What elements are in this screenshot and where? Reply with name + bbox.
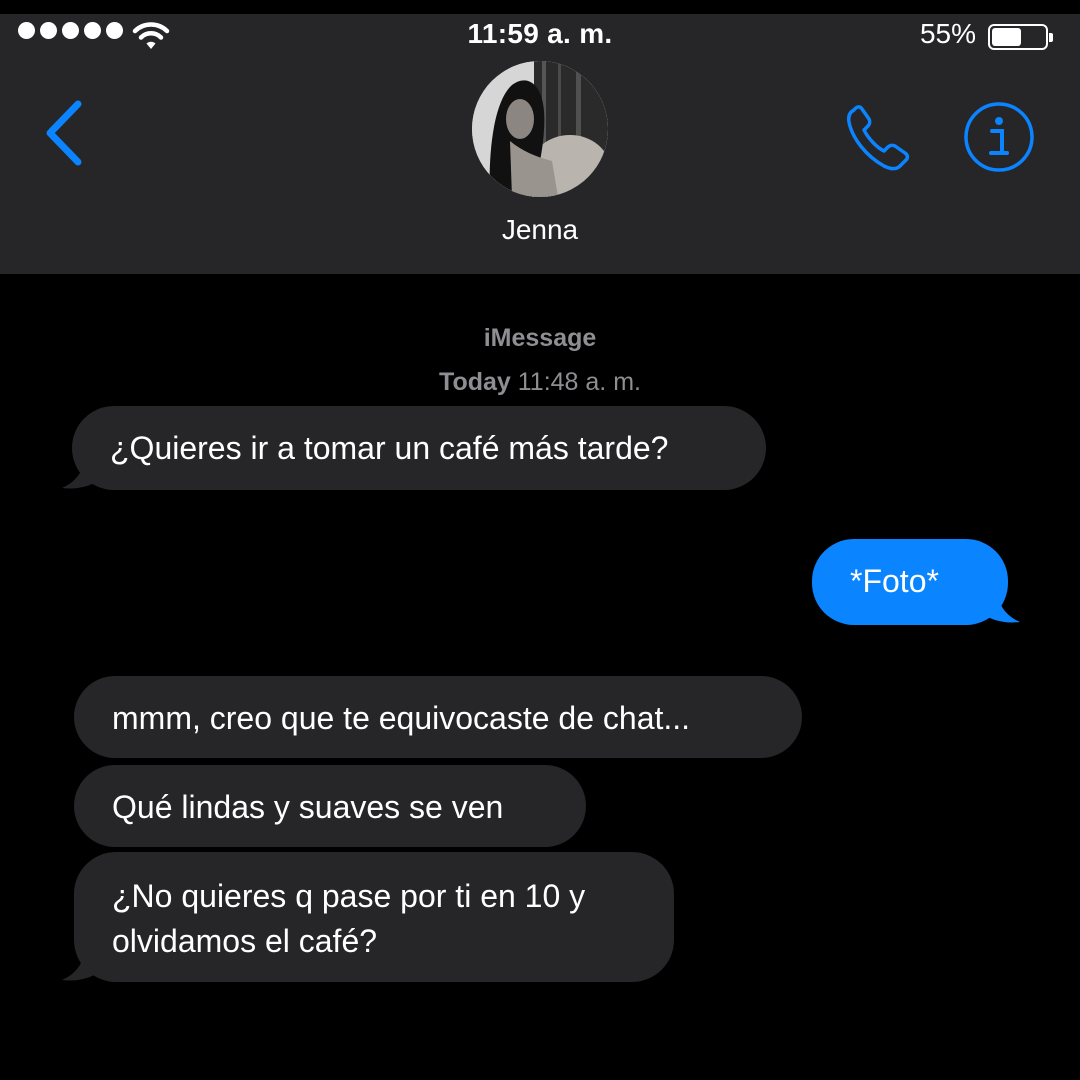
top-edge — [0, 0, 1080, 14]
contact-photo — [472, 61, 608, 197]
timestamp-time: 11:48 a. m. — [517, 368, 641, 396]
message-bubble-incoming[interactable]: Qué lindas y suaves se ven — [74, 765, 586, 847]
battery-level — [992, 28, 1021, 46]
message-bubble-incoming[interactable]: ¿Quieres ir a tomar un café más tarde? — [72, 406, 766, 490]
service-label: iMessage — [483, 324, 597, 352]
message-text: *Foto* — [850, 563, 939, 599]
message-text: Qué lindas y suaves se ven — [112, 789, 504, 825]
message-text: mmm, creo que te equivocaste de chat... — [112, 700, 691, 736]
message-bubble-incoming[interactable]: ¿No quieres q pase por ti en 10 y olvida… — [74, 852, 674, 982]
avatar[interactable] — [472, 61, 608, 197]
message-text-line: olvidamos el café? — [112, 923, 378, 959]
battery-icon — [988, 24, 1053, 50]
chevron-left-icon[interactable] — [38, 98, 90, 168]
message-bubble-outgoing[interactable]: *Foto* — [812, 539, 1008, 625]
message-text-line: ¿No quieres q pase por ti en 10 y — [112, 878, 586, 914]
message-bubble-incoming[interactable]: mmm, creo que te equivocaste de chat... — [74, 676, 802, 758]
message-timestamp: Today 11:48 a. m. — [0, 368, 1080, 397]
contact-name[interactable]: Jenna — [0, 214, 1080, 246]
battery-percentage: 55% — [919, 18, 976, 49]
message-text: ¿Quieres ir a tomar un café más tarde? — [110, 430, 669, 466]
info-icon[interactable] — [962, 100, 1036, 174]
status-time: 11:59 a. m. — [467, 18, 613, 49]
phone-icon[interactable] — [842, 100, 918, 176]
timestamp-day: Today — [439, 368, 511, 396]
